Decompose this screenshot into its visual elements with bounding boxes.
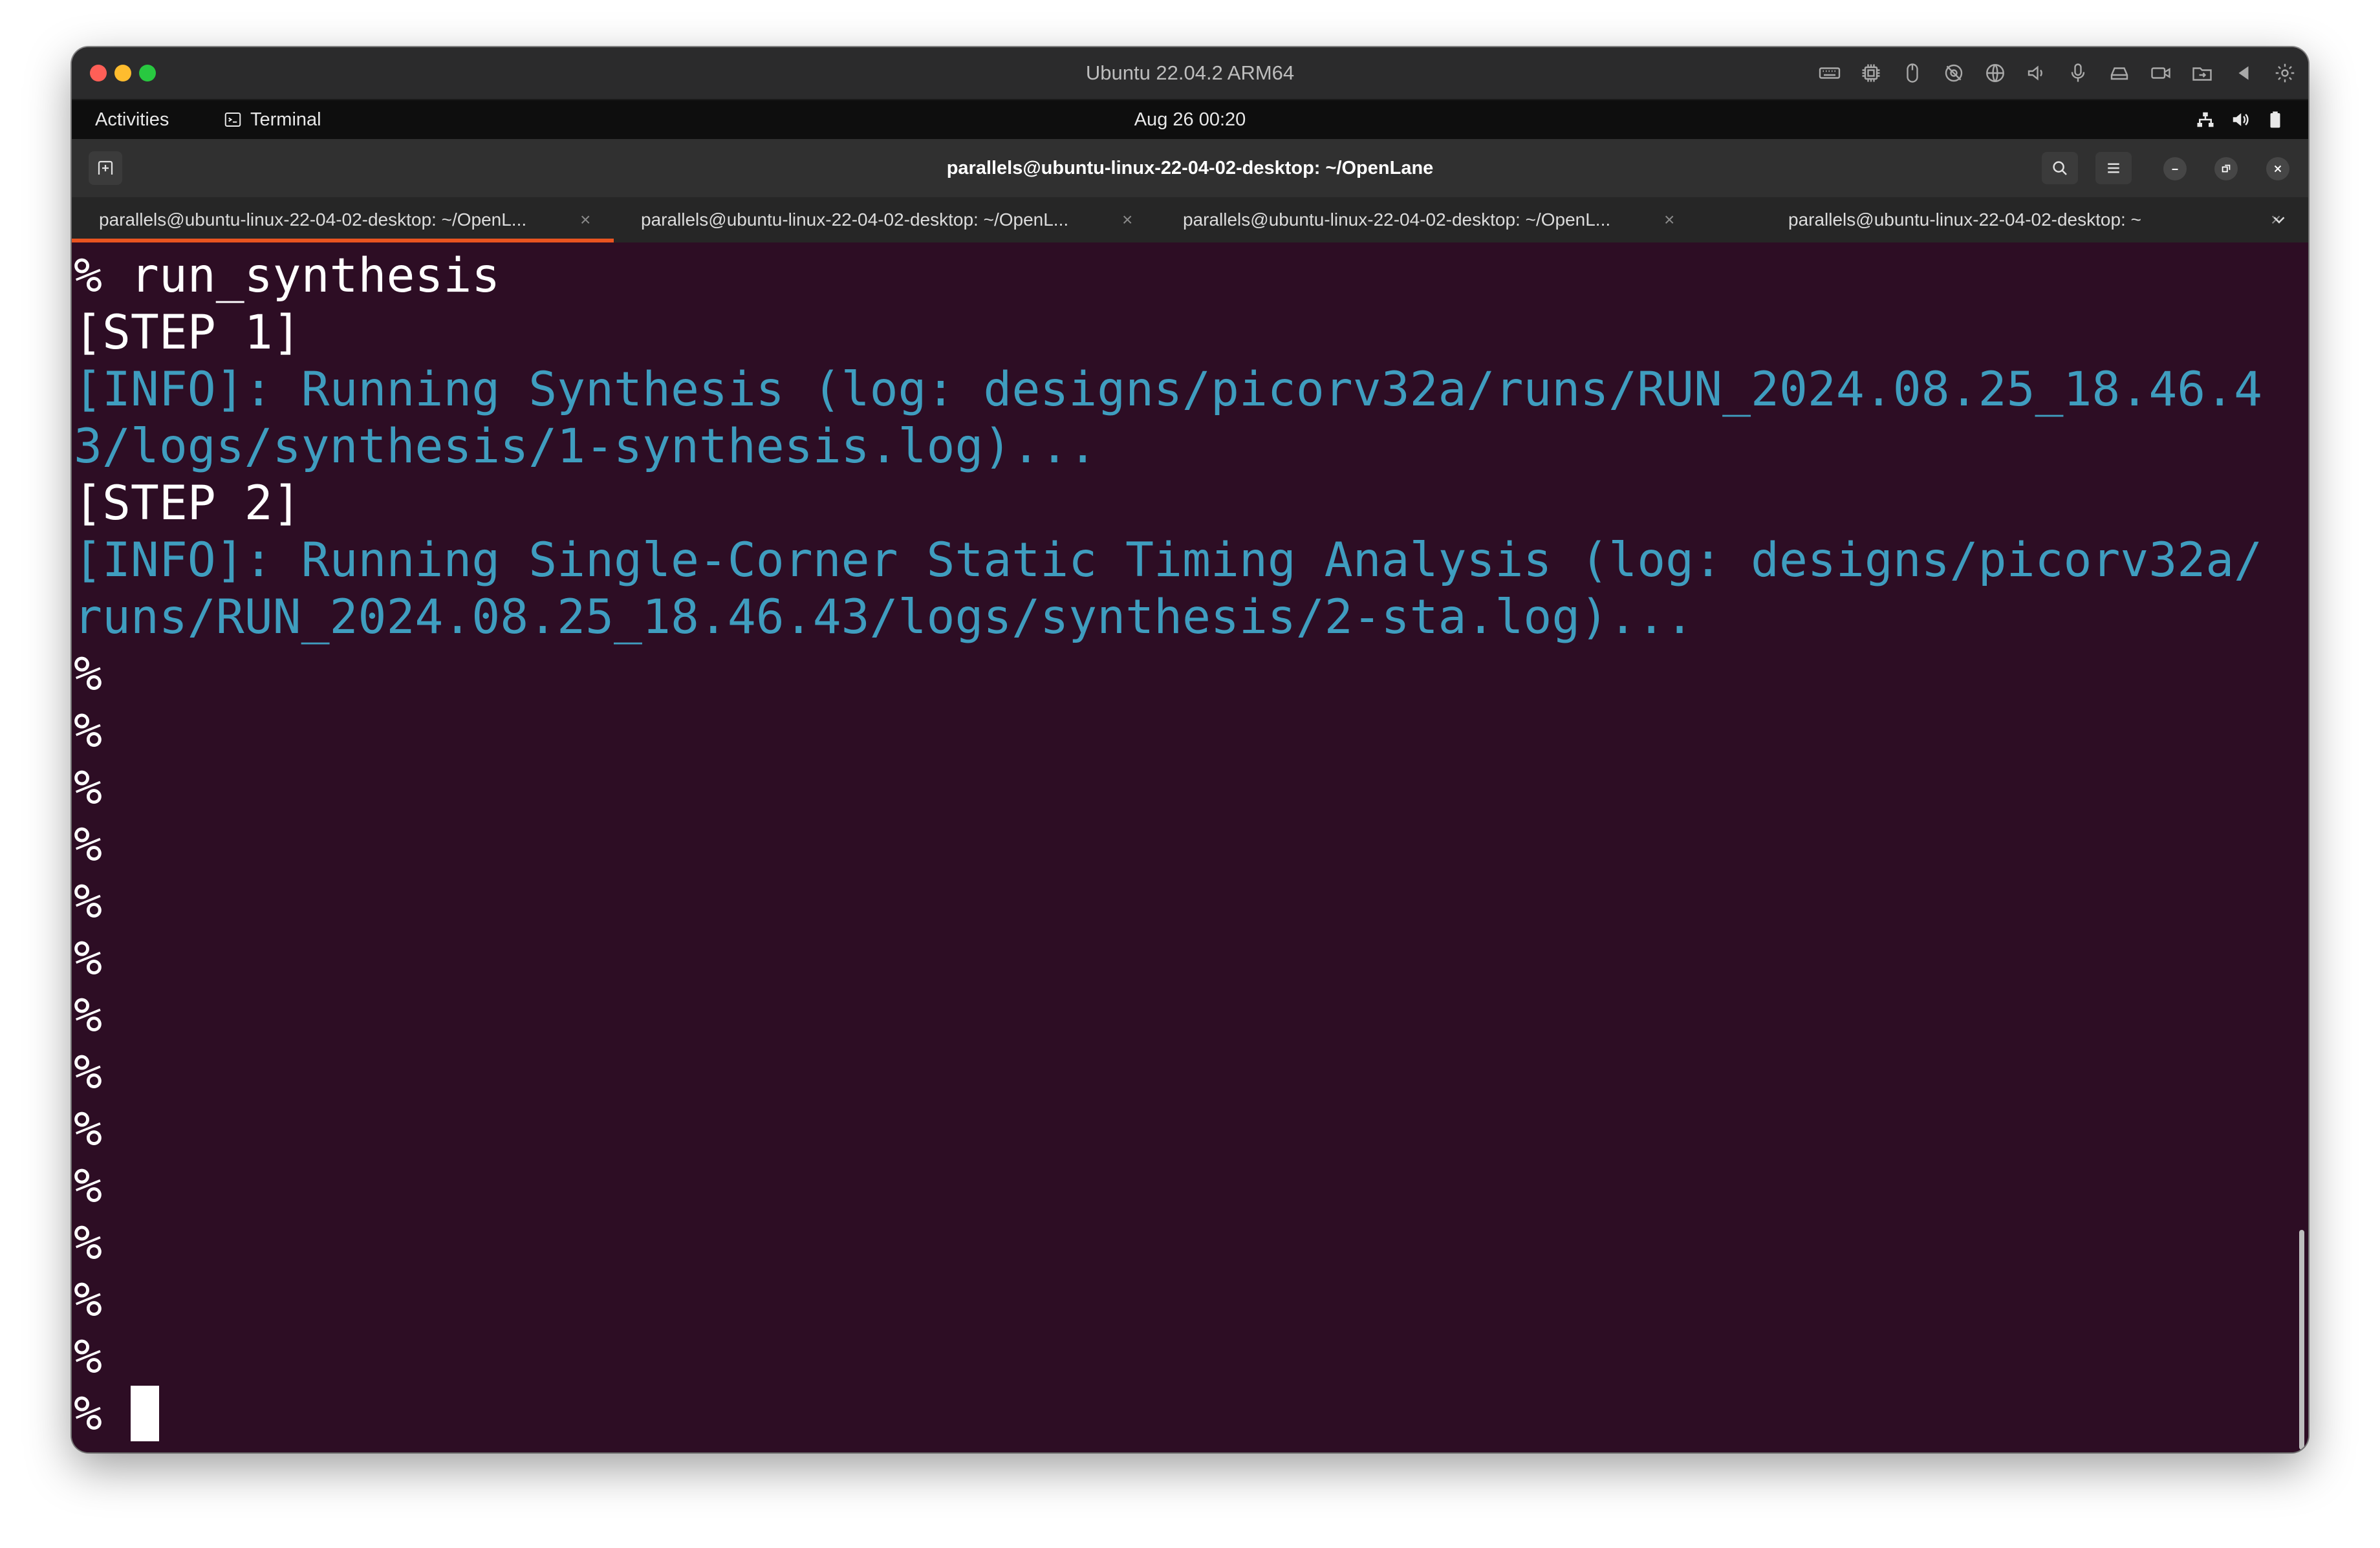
tab-1[interactable]: parallels@ubuntu-linux-22-04-02-desktop:…	[72, 197, 616, 242]
terminal-line: %	[74, 874, 102, 929]
keyboard-icon[interactable]	[1818, 61, 1841, 85]
restore-button[interactable]	[2214, 157, 2238, 180]
close-button[interactable]	[2266, 157, 2289, 180]
tab-bar: parallels@ubuntu-linux-22-04-02-desktop:…	[72, 197, 2308, 242]
speaker-icon[interactable]	[2025, 61, 2048, 85]
volume-icon	[2233, 113, 2249, 126]
terminal-output[interactable]: % run_synthesis [STEP 1] [INFO]: Running S…	[72, 242, 2308, 1452]
terminal-line: [STEP 1]	[74, 305, 301, 360]
search-button[interactable]	[2042, 152, 2078, 184]
no-camera-icon[interactable]	[1942, 61, 1965, 85]
system-tray[interactable]	[2196, 100, 2285, 139]
tab-close-button[interactable]: ×	[1664, 197, 1674, 242]
mac-titlebar: Ubuntu 22.04.2 ARM64	[72, 47, 2308, 100]
terminal-headerbar: parallels@ubuntu-linux-22-04-02-desktop:…	[72, 139, 2308, 197]
folder-share-icon[interactable]	[2191, 61, 2214, 85]
hamburger-menu-button[interactable]	[2095, 152, 2132, 184]
tab-close-button[interactable]: ×	[1122, 197, 1132, 242]
battery-icon	[2270, 111, 2280, 128]
terminal-line: [STEP 2]	[74, 476, 301, 531]
vm-toolbar-icons	[1818, 47, 2297, 99]
terminal-line: [INFO]: Running Single-Corner Static Tim…	[74, 533, 2263, 588]
drive-icon[interactable]	[2108, 61, 2131, 85]
scrollbar[interactable]	[2299, 1230, 2304, 1450]
tab-label: parallels@ubuntu-linux-22-04-02-desktop:…	[1183, 210, 1611, 230]
terminal-line: %	[74, 817, 102, 872]
microphone-icon[interactable]	[2066, 61, 2090, 85]
tab-label: parallels@ubuntu-linux-22-04-02-desktop:…	[1788, 210, 2141, 230]
cpu-icon[interactable]	[1859, 61, 1883, 85]
minimize-icon	[2172, 168, 2178, 170]
text-cursor	[130, 1386, 159, 1441]
terminal-line: [INFO]: Running Synthesis (log: designs/…	[74, 362, 2263, 417]
terminal-line: %	[74, 1329, 102, 1384]
tab-close-button[interactable]: ×	[580, 197, 590, 242]
terminal-line: %	[74, 760, 102, 815]
prompt-line: %	[74, 1386, 2286, 1443]
chevron-down-icon[interactable]	[2269, 210, 2289, 230]
mouse-icon[interactable]	[1901, 61, 1924, 85]
terminal-line: %	[74, 1045, 102, 1100]
terminal-line: %	[74, 1273, 102, 1328]
shell-prompt: %	[74, 1386, 102, 1441]
terminal-line: %	[74, 647, 102, 702]
terminal-line: %	[74, 1102, 102, 1157]
tab-label: parallels@ubuntu-linux-22-04-02-desktop:…	[641, 210, 1069, 230]
gear-icon[interactable]	[2273, 61, 2297, 85]
terminal-line: %	[74, 931, 102, 986]
terminal-line: 3/logs/synthesis/1-synthesis.log)...	[74, 419, 1098, 474]
terminal-lines: % run_synthesis [STEP 1] [INFO]: Running S…	[74, 248, 2286, 1443]
close-icon	[2274, 165, 2282, 173]
terminal-line: %	[74, 988, 102, 1043]
terminal-window-title: parallels@ubuntu-linux-22-04-02-desktop:…	[946, 158, 1434, 178]
search-icon	[2053, 161, 2067, 175]
globe-icon[interactable]	[1984, 61, 2007, 85]
tab-label: parallels@ubuntu-linux-22-04-02-desktop:…	[99, 210, 527, 230]
tab-2[interactable]: parallels@ubuntu-linux-22-04-02-desktop:…	[641, 197, 1158, 242]
terminal-line: runs/RUN_2024.08.25_18.46.43/logs/synthe…	[74, 590, 1694, 645]
terminal-line: %	[74, 1216, 102, 1271]
terminal-line: %	[74, 704, 102, 758]
hamburger-icon	[2108, 163, 2119, 173]
terminal-line: %	[74, 1159, 102, 1214]
vm-window: Ubuntu 22.04.2 ARM64 Activities Terminal…	[72, 47, 2308, 1452]
back-arrow-icon[interactable]	[2232, 61, 2255, 85]
terminal-line: % run_synthesis	[74, 248, 501, 303]
minimize-button[interactable]	[2163, 157, 2187, 180]
clock[interactable]: Aug 26 00:20	[72, 100, 2308, 139]
restore-icon	[2222, 164, 2231, 173]
tab-3[interactable]: parallels@ubuntu-linux-22-04-02-desktop:…	[1183, 197, 1700, 242]
network-icon	[2197, 112, 2214, 127]
gnome-top-bar: Activities Terminal Aug 26 00:20	[72, 100, 2308, 139]
camera-icon[interactable]	[2149, 61, 2172, 85]
tab-4[interactable]: parallels@ubuntu-linux-22-04-02-desktop:…	[1788, 197, 2306, 242]
